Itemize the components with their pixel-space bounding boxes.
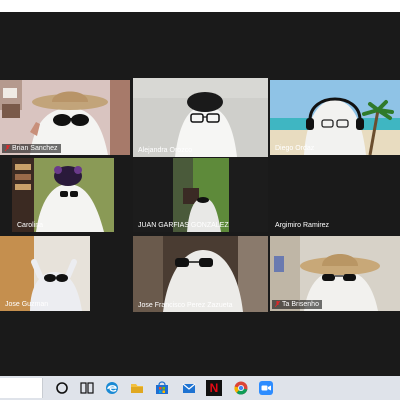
- mail-icon[interactable]: [181, 380, 197, 396]
- zoom-gallery-view: Brian Sanchez Alejandra Orozco Diego Ord…: [0, 12, 400, 376]
- participant-name: Carolina: [17, 222, 44, 229]
- video-tile-argimiro-ramirez[interactable]: Argimiro Ramirez: [270, 158, 400, 232]
- participant-name: Argimiro Ramirez: [275, 222, 330, 229]
- edge-icon[interactable]: [104, 380, 120, 396]
- participant-name: Jose Guzman: [5, 301, 49, 308]
- participant-name: Diego Ordaz: [275, 145, 315, 152]
- video-tile-alejandra-orozco[interactable]: Alejandra Orozco: [133, 78, 268, 157]
- video-tile-jose-francisco-perez-zazueta[interactable]: Jose Francisco Perez Zazueta: [133, 236, 268, 312]
- mic-muted-icon: [4, 144, 11, 152]
- mic-muted-icon: [274, 300, 281, 308]
- zoom-icon[interactable]: [258, 380, 274, 396]
- participant-name: Jose Francisco Perez Zazueta: [138, 302, 233, 309]
- store-icon[interactable]: [154, 380, 170, 396]
- video-tile-ta-brisenho[interactable]: Ta Brisenho: [270, 236, 400, 311]
- participant-name: Brian Sanchez: [2, 144, 61, 153]
- file-explorer-icon[interactable]: [129, 380, 145, 396]
- participant-name: Ta Brisenho: [272, 300, 322, 309]
- video-tile-diego-ordaz[interactable]: Diego Ordaz: [270, 80, 400, 155]
- cortana-icon[interactable]: [54, 380, 70, 396]
- windows-taskbar: N: [0, 376, 400, 400]
- video-tile-brian-sanchez[interactable]: Brian Sanchez: [0, 80, 130, 155]
- participant-name: JUAN GARFIAS GONZALEZ: [138, 222, 229, 229]
- task-view-icon[interactable]: [79, 380, 95, 396]
- chrome-icon[interactable]: [233, 380, 249, 396]
- netflix-letter: N: [209, 381, 219, 395]
- netflix-icon[interactable]: N: [206, 380, 222, 396]
- video-tile-jose-guzman[interactable]: Jose Guzman: [0, 236, 90, 311]
- video-tile-juan-garfias-gonzalez[interactable]: JUAN GARFIAS GONZALEZ: [133, 158, 268, 232]
- taskbar-search-box[interactable]: [0, 378, 43, 398]
- video-tile-carolina[interactable]: Carolina: [12, 158, 114, 232]
- participant-name: Alejandra Orozco: [138, 147, 193, 154]
